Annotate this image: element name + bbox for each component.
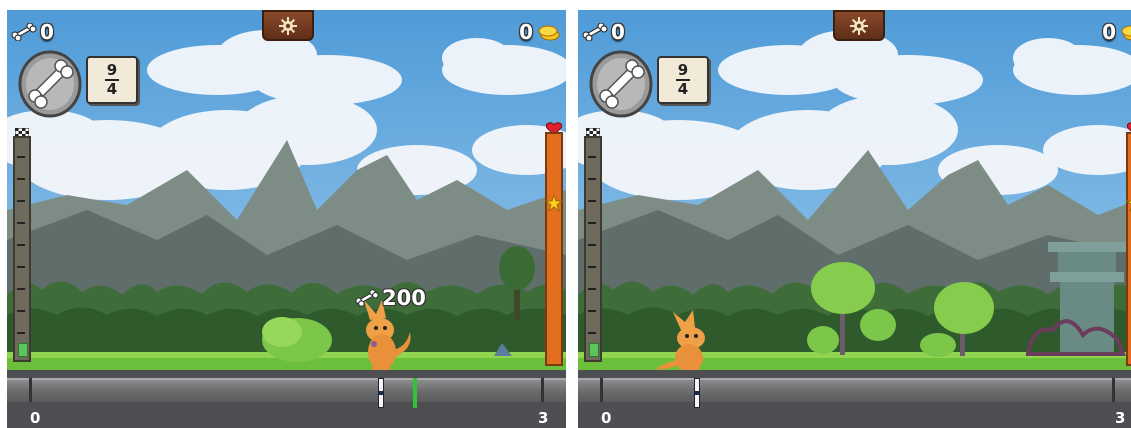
dog-position-marker[interactable] (378, 378, 384, 408)
game-panel-left: 0 0 9 4 200 0 3 (7, 10, 566, 428)
coin-count: 0 (1102, 20, 1116, 44)
health-bar (1126, 122, 1131, 366)
bone-icon (11, 23, 37, 41)
meter-tick (17, 310, 25, 312)
fraction-numerator: 9 (106, 61, 118, 79)
number-line-rail (7, 378, 566, 402)
meter-tick (588, 222, 596, 224)
meter-tick (17, 332, 25, 334)
bone-reward-amount: 200 (382, 286, 426, 310)
meter-fill (589, 343, 599, 357)
bone-count: 0 (611, 20, 625, 44)
number-line-end-tick (541, 378, 544, 402)
settings-button[interactable] (833, 10, 885, 41)
fraction-denominator: 4 (677, 80, 689, 98)
number-line-end-label: 3 (538, 409, 549, 427)
meter-track (13, 136, 31, 362)
meter-tick (588, 178, 596, 180)
bone-counter: 0 (581, 20, 625, 44)
gear-icon (279, 16, 297, 35)
bone-reward-popup: 200 (354, 286, 426, 310)
number-line-start-label: 0 (30, 409, 41, 427)
meter-fill (18, 343, 28, 357)
meter-tick (17, 266, 25, 268)
meter-tick (17, 156, 25, 158)
star-icon (545, 194, 563, 212)
level-progress-meter (11, 128, 33, 364)
meter-tick (588, 310, 596, 312)
target-marker (413, 378, 417, 408)
gold-coins-icon (538, 25, 560, 41)
meter-tick (17, 222, 25, 224)
meter-tick (588, 244, 596, 246)
dog-position-marker[interactable] (694, 378, 700, 408)
meter-tick (588, 156, 596, 158)
game-panel-right: 0 0 9 4 0 3 (578, 10, 1131, 428)
meter-track (584, 136, 602, 362)
coin-counter: 0 (519, 20, 560, 44)
number-line-end-label: 3 (1115, 409, 1126, 427)
bone-count: 0 (40, 20, 54, 44)
meter-tick (17, 200, 25, 202)
number-line-start-tick (29, 378, 32, 402)
bone-collection-badge (18, 50, 82, 118)
meter-tick (588, 266, 596, 268)
bone-icon (355, 289, 379, 307)
health-track (1126, 132, 1131, 366)
number-line-start-tick (600, 378, 603, 402)
meter-tick (17, 178, 25, 180)
star-icon (1126, 200, 1131, 212)
coin-counter: 0 (1102, 20, 1131, 44)
target-fraction-card: 9 4 (86, 56, 138, 104)
target-fraction-card: 9 4 (657, 56, 709, 104)
fraction-numerator: 9 (677, 61, 689, 79)
bone-counter: 0 (10, 20, 54, 44)
gold-coins-icon (1121, 25, 1131, 41)
bone-icon (582, 23, 608, 41)
fraction-denominator: 4 (106, 80, 118, 98)
coin-count: 0 (519, 20, 533, 44)
meter-tick (588, 332, 596, 334)
meter-tick (17, 244, 25, 246)
number-line-end-tick (1112, 378, 1115, 402)
meter-tick (588, 200, 596, 202)
health-bar (545, 122, 563, 366)
gear-icon (850, 16, 868, 35)
meter-tick (17, 288, 25, 290)
number-line: 0 3 (578, 370, 1131, 428)
number-line-start-label: 0 (601, 409, 612, 427)
meter-tick (588, 288, 596, 290)
health-track (545, 132, 563, 366)
settings-button[interactable] (262, 10, 314, 41)
number-line: 0 3 (7, 370, 566, 428)
bone-collection-badge (589, 50, 653, 118)
number-line-rail (578, 378, 1131, 402)
level-progress-meter (582, 128, 604, 364)
